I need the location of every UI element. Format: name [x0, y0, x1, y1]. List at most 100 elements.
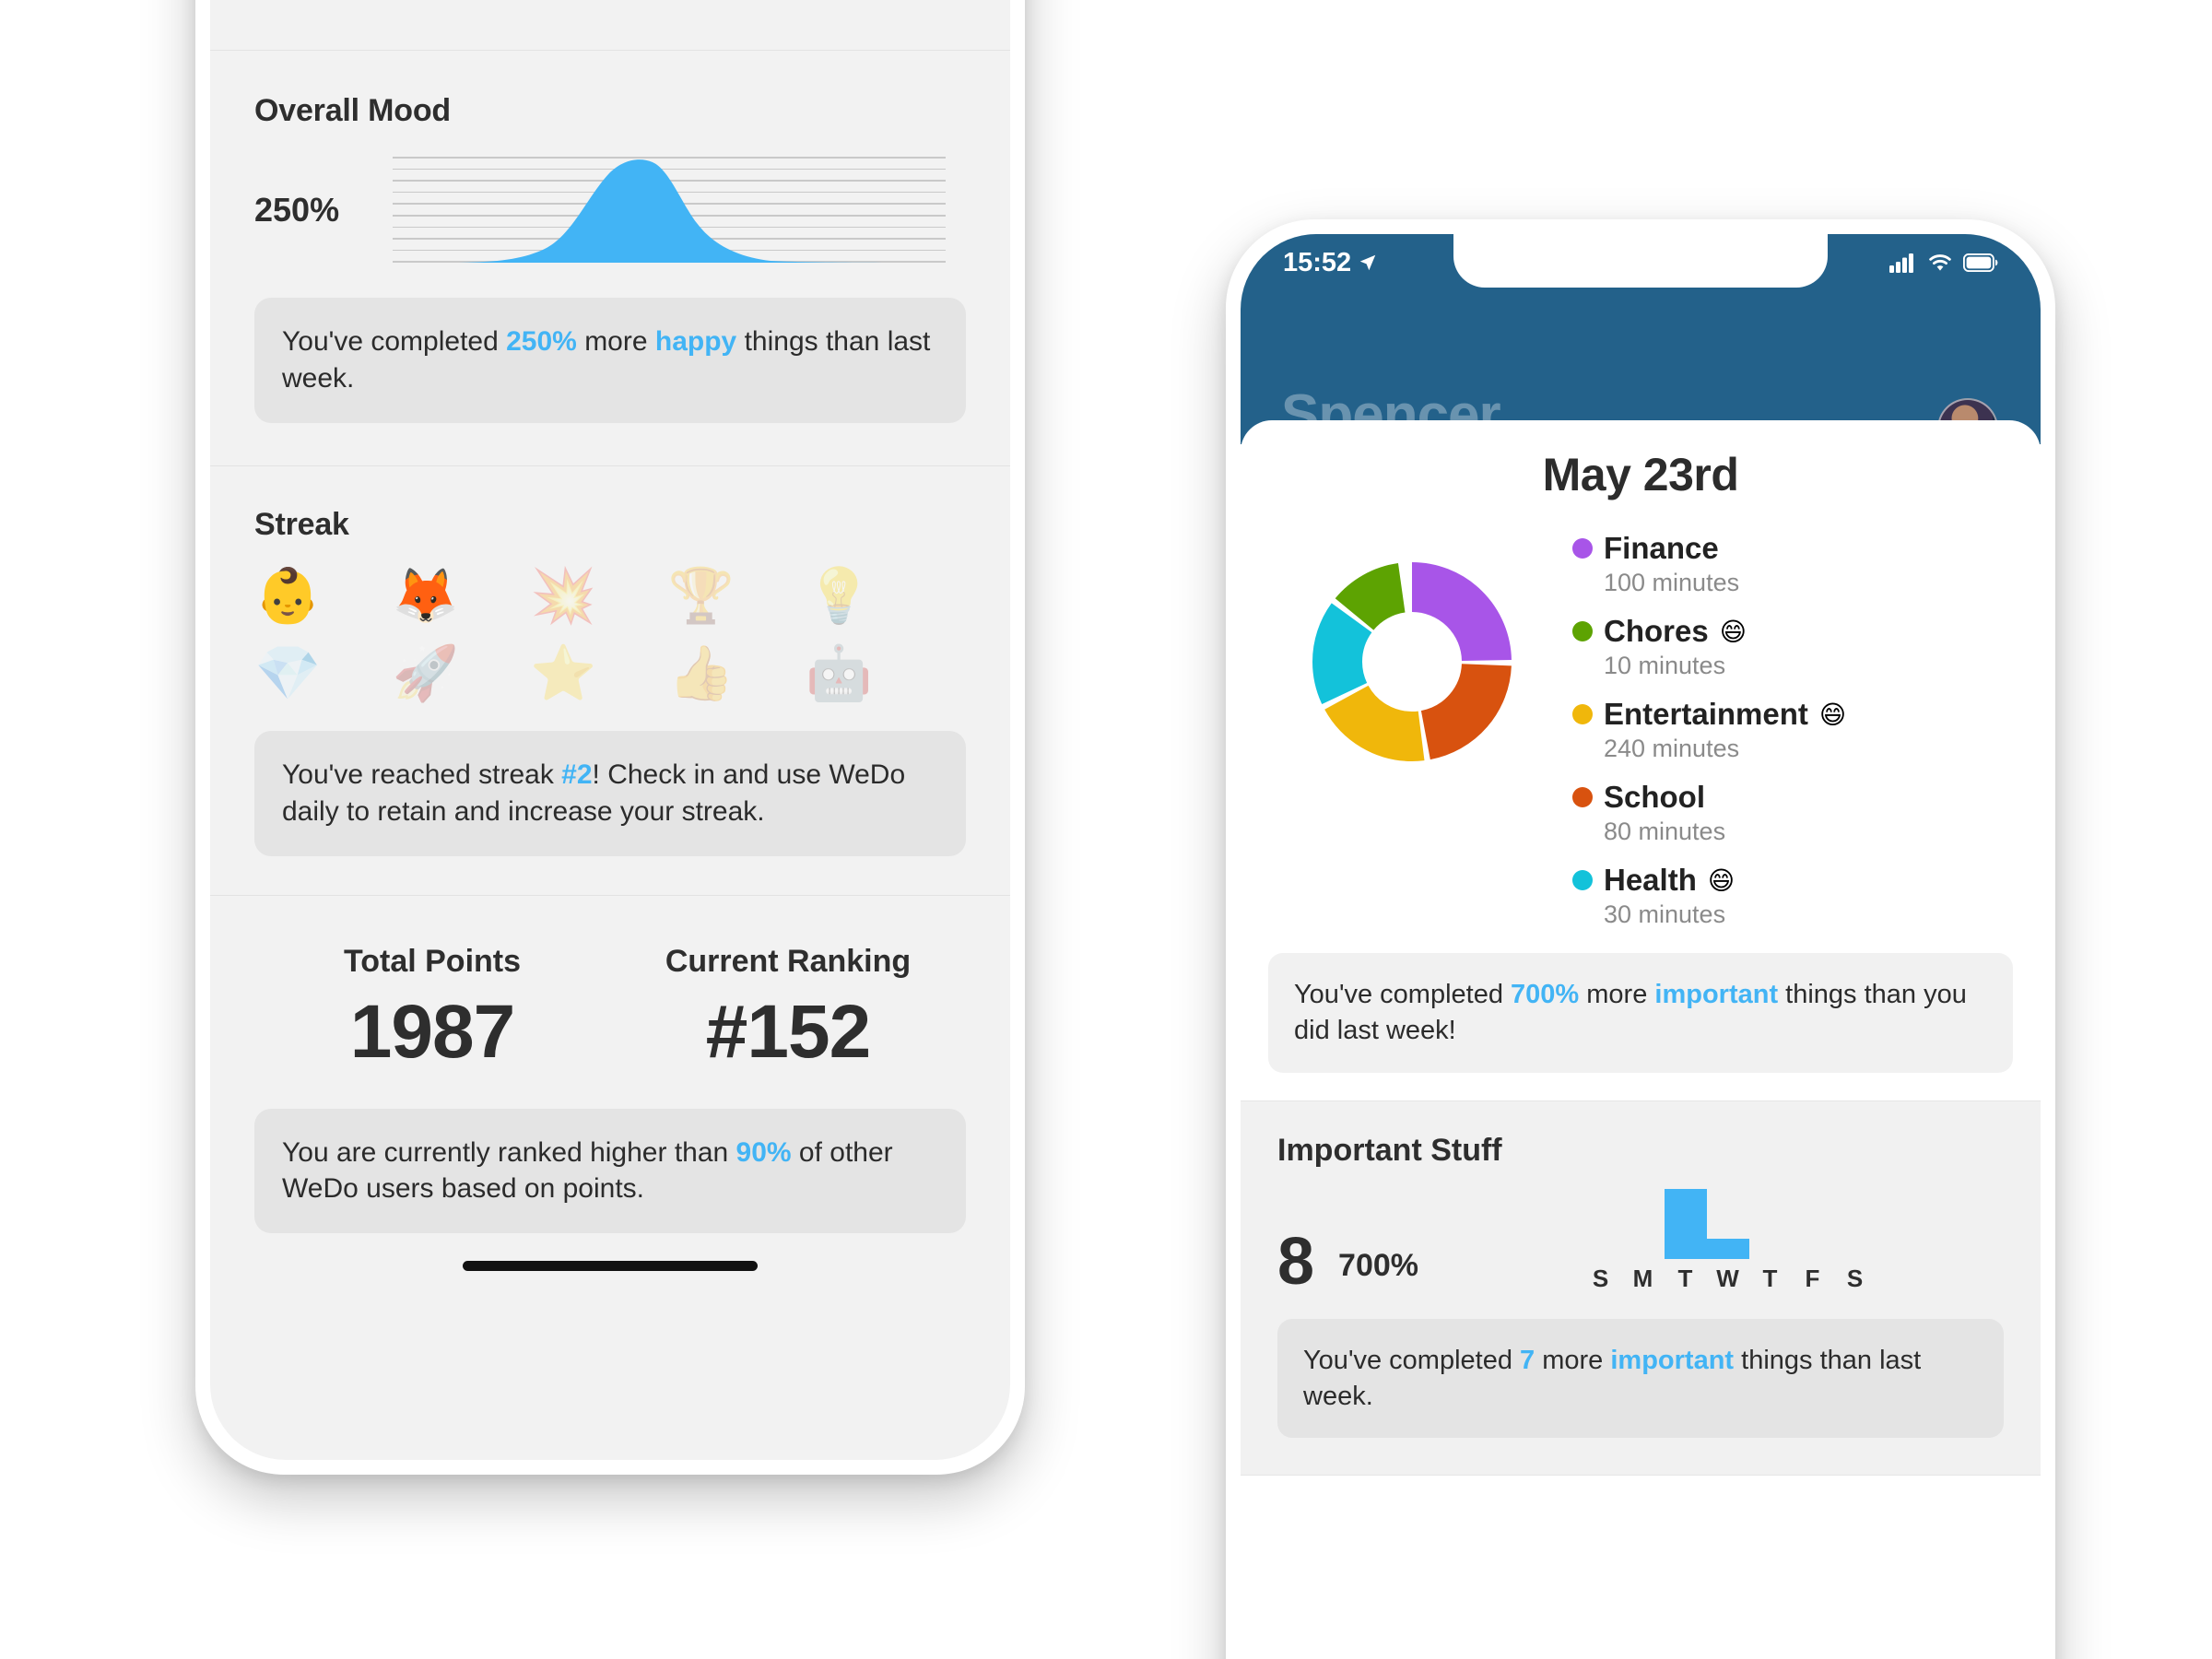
- app-content: May 23rd Finance 100 minutes Chores 😄 10…: [1241, 420, 2041, 1532]
- light-bulb-emoji[interactable]: 💡: [806, 569, 944, 622]
- health-minutes: 30 minutes: [1604, 900, 1726, 928]
- right-phone-mockup: 15:52 Spencer May 23rd Finance 100 minut…: [1226, 219, 2055, 1659]
- school-color-dot: [1572, 787, 1593, 807]
- mood-callout-value: 250%: [506, 326, 577, 357]
- bar-col-sun: [1580, 1189, 1622, 1259]
- legend-item-entertainment[interactable]: Entertainment 😄 240 minutes: [1572, 697, 2007, 763]
- category-legend: Finance 100 minutes Chores 😄 10 minutes: [1572, 524, 2007, 929]
- right-phone-screen: 15:52 Spencer May 23rd Finance 100 minut…: [1241, 234, 2041, 1659]
- app-header: 15:52 Spencer: [1241, 234, 2041, 459]
- bar-chart-bars: [1580, 1188, 1877, 1259]
- important-count: 8: [1277, 1225, 1315, 1300]
- wifi-icon: [1929, 254, 1951, 271]
- cellular-signal-icon: [1889, 253, 1913, 273]
- battery-icon: [1963, 253, 1998, 272]
- summary-callout: You've completed 700% more important thi…: [1268, 953, 2013, 1073]
- robot-emoji[interactable]: 🤖: [806, 646, 944, 700]
- current-ranking-label: Current Ranking: [665, 943, 912, 979]
- school-label: School: [1604, 780, 1706, 814]
- bar-col-thu: [1749, 1189, 1792, 1259]
- grinning-face-emoji: 😄: [1707, 865, 1735, 896]
- important-text-1: You've completed: [1303, 1345, 1521, 1375]
- ranking-callout-value: 90%: [735, 1136, 792, 1168]
- mood-bell-curve: [393, 159, 946, 263]
- overall-mood-title: Overall Mood: [254, 93, 451, 128]
- chores-label: Chores: [1604, 614, 1709, 648]
- chores-color-dot: [1572, 621, 1593, 641]
- important-keyword: important: [1610, 1345, 1735, 1375]
- streak-callout-text-1: You've reached streak: [282, 759, 562, 790]
- entertainment-color-dot: [1572, 704, 1593, 724]
- mood-chart-row: 250%: [254, 157, 966, 263]
- health-color-dot: [1572, 870, 1593, 890]
- ranking-callout: You are currently ranked higher than 90%…: [254, 1108, 966, 1234]
- bar-col-fri: [1792, 1189, 1834, 1259]
- chores-minutes: 10 minutes: [1604, 652, 1726, 679]
- gem-emoji[interactable]: 💎: [254, 646, 393, 700]
- baby-emoji[interactable]: 👶: [254, 569, 393, 622]
- status-bar-right: [1889, 253, 1998, 273]
- fox-emoji[interactable]: 🦊: [393, 569, 531, 622]
- important-stats-row: 8 700% S M T W T F S: [1277, 1188, 2004, 1300]
- summary-text-1: You've completed: [1294, 980, 1512, 1009]
- summary-value: 700%: [1511, 980, 1580, 1009]
- important-text-2: more: [1535, 1345, 1611, 1375]
- important-percent: 700%: [1338, 1247, 1419, 1283]
- category-donut-chart[interactable]: [1274, 524, 1550, 800]
- entertainment-minutes: 240 minutes: [1604, 735, 1740, 762]
- day-label-mon: M: [1632, 1264, 1653, 1292]
- bar-col-wed: [1706, 1189, 1749, 1259]
- rocket-emoji[interactable]: 🚀: [393, 646, 531, 700]
- status-bar-time: 15:52: [1283, 247, 1352, 277]
- grinning-face-emoji: 😄: [1818, 699, 1847, 730]
- thumbs-up-emoji[interactable]: 👍: [668, 646, 806, 700]
- streak-badge-grid: 👶 🦊 💥 🏆 💡 💎 🚀 ⭐ 👍 🤖: [254, 569, 966, 700]
- finance-label: Finance: [1604, 531, 1719, 565]
- legend-item-health[interactable]: Health 😄 30 minutes: [1572, 863, 2007, 929]
- important-stuff-title: Important Stuff: [1277, 1132, 1502, 1168]
- day-label-tue: T: [1677, 1264, 1693, 1292]
- important-bar-chart: S M T W T F S: [1452, 1188, 2004, 1293]
- finance-color-dot: [1572, 538, 1593, 559]
- day-label-fri: F: [1805, 1264, 1820, 1292]
- left-phone-screen: Overall Mood 250% You've completed 250% …: [210, 0, 1010, 1460]
- day-label-sun: S: [1592, 1264, 1609, 1292]
- left-phone-mockup: Overall Mood 250% You've completed 250% …: [195, 0, 1025, 1475]
- mood-callout: You've completed 250% more happy things …: [254, 298, 966, 423]
- summary-callout-wrap: You've completed 700% more important thi…: [1241, 929, 2041, 1100]
- day-label-wed: W: [1716, 1264, 1739, 1292]
- legend-item-finance[interactable]: Finance 100 minutes: [1572, 531, 2007, 597]
- finance-minutes: 100 minutes: [1604, 569, 1740, 596]
- total-points-value: 1987: [349, 989, 515, 1074]
- legend-item-school[interactable]: School 80 minutes: [1572, 780, 2007, 846]
- total-points-stat: Total Points 1987: [254, 944, 610, 1076]
- important-value: 7: [1520, 1345, 1535, 1375]
- trophy-emoji[interactable]: 🏆: [668, 569, 806, 622]
- points-section: Total Points 1987 Current Ranking #152 Y…: [210, 896, 1010, 1272]
- points-stats-row: Total Points 1987 Current Ranking #152: [254, 944, 966, 1076]
- collision-emoji[interactable]: 💥: [530, 569, 668, 622]
- overall-mood-section: Overall Mood 250% You've completed 250% …: [210, 51, 1010, 465]
- home-indicator[interactable]: [463, 1261, 758, 1272]
- important-callout: You've completed 7 more important things…: [1277, 1318, 2004, 1439]
- bar-chart-day-labels: S M T W T F S: [1580, 1265, 1877, 1293]
- mood-area-chart: [393, 157, 946, 263]
- streak-callout-value: #2: [561, 759, 593, 790]
- star-emoji[interactable]: ⭐: [530, 646, 668, 700]
- mood-callout-keyword: happy: [654, 326, 737, 357]
- grinning-face-emoji: 😄: [1719, 616, 1747, 647]
- school-minutes: 80 minutes: [1604, 818, 1726, 845]
- entertainment-label: Entertainment: [1604, 697, 1808, 731]
- day-label-thu: T: [1762, 1264, 1778, 1292]
- important-stuff-section: Important Stuff 8 700% S M T W T F S You…: [1241, 1100, 2041, 1476]
- status-bar-left: 15:52: [1283, 248, 1378, 278]
- legend-item-chores[interactable]: Chores 😄 10 minutes: [1572, 614, 2007, 680]
- health-label: Health: [1604, 863, 1697, 897]
- screenshot-root: Overall Mood 250% You've completed 250% …: [0, 0, 2212, 1659]
- category-breakdown: Finance 100 minutes Chores 😄 10 minutes: [1241, 524, 2041, 929]
- bar-col-tue: [1664, 1188, 1707, 1259]
- current-ranking-value: #152: [705, 989, 871, 1074]
- ranking-callout-text-1: You are currently ranked higher than: [282, 1136, 736, 1168]
- mood-percent-label: 250%: [254, 190, 340, 229]
- location-arrow-icon: [1359, 254, 1376, 271]
